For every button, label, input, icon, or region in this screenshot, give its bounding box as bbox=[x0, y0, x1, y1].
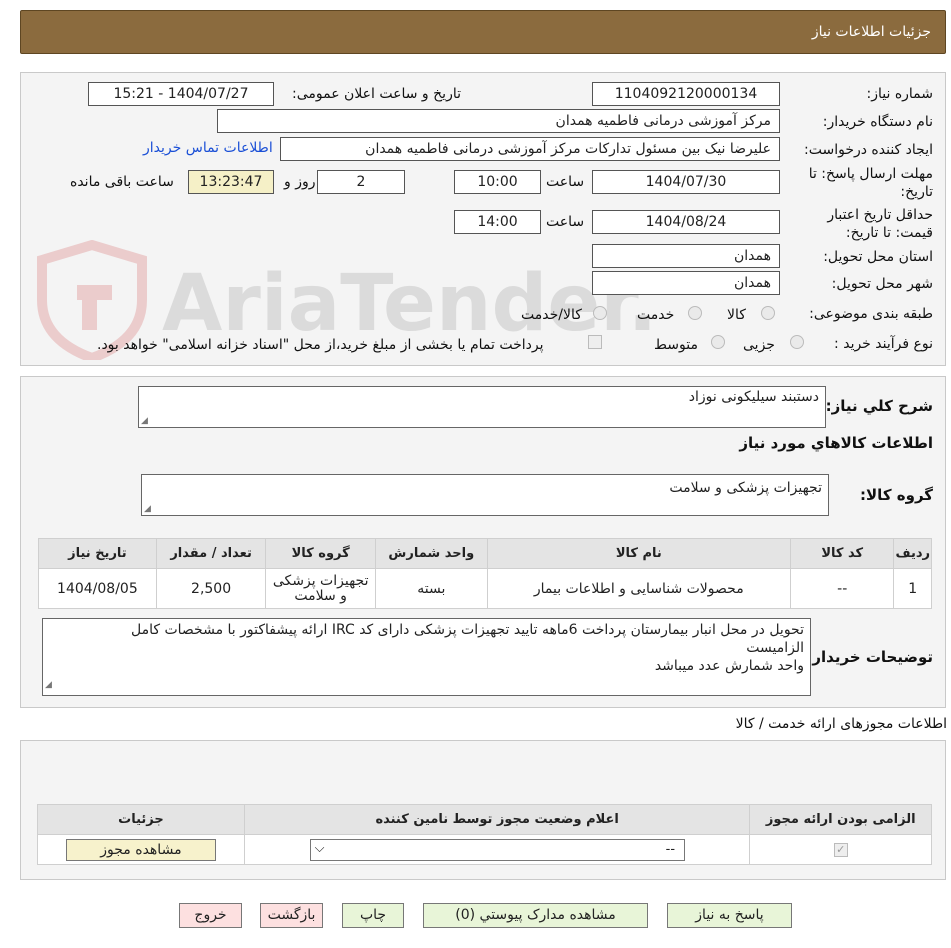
col-group: گروه کالا bbox=[265, 538, 376, 569]
cell-unit: بسته bbox=[374, 568, 488, 609]
resize-handle-icon[interactable]: ◢ bbox=[45, 676, 52, 694]
col-qty: تعداد / مقدار bbox=[155, 538, 267, 569]
process-option-medium: متوسط bbox=[654, 337, 698, 353]
resize-handle-icon[interactable]: ◢ bbox=[141, 416, 148, 426]
col-license-status: اعلام وضعیت مجوز توسط نامین کننده bbox=[243, 804, 751, 835]
watermark-text: AriaTender.neT bbox=[162, 259, 662, 349]
city-label: شهر محل تحویل: bbox=[831, 276, 933, 292]
buyer-label: نام دستگاه خریدار: bbox=[822, 114, 933, 130]
goods-group-text: تجهیزات پزشکی و سلامت bbox=[669, 480, 822, 496]
cell-group: تجهیزات پزشکی و سلامت bbox=[265, 568, 376, 609]
table-row: ✓ -- ⌵ مشاهده مجوز bbox=[37, 834, 932, 865]
reply-button[interactable]: پاسخ به نیاز bbox=[667, 903, 792, 928]
col-code: کد کالا bbox=[789, 538, 895, 569]
goods-group-label: گروه کالا: bbox=[860, 486, 933, 504]
page-title: جزئیات اطلاعات نیاز bbox=[811, 24, 931, 40]
days-label: روز و bbox=[284, 174, 316, 190]
category-radio-goods[interactable] bbox=[761, 306, 775, 320]
resize-handle-icon[interactable]: ◢ bbox=[144, 504, 151, 514]
remaining-label: ساعت باقی مانده bbox=[70, 174, 174, 190]
col-date: تاريخ نياز bbox=[38, 538, 157, 569]
validity-label: حداقل تاریخ اعتبار قیمت: تا تاریخ: bbox=[827, 207, 933, 241]
chevron-down-icon: ⌵ bbox=[314, 840, 325, 856]
deadline-label: مهلت ارسال پاسخ: تا تاریخ: bbox=[808, 166, 933, 200]
col-unit: واحد شمارش bbox=[374, 538, 488, 569]
treasury-payment-note: پرداخت تمام یا بخشی از مبلغ خرید،از محل … bbox=[97, 337, 544, 353]
process-radio-medium[interactable] bbox=[711, 335, 725, 349]
province-label: استان محل تحویل: bbox=[823, 249, 933, 265]
goods-table: رديف کد کالا نام کالا واحد شمارش گروه کا… bbox=[38, 538, 932, 609]
category-option-goods-service: کالا/خدمت bbox=[521, 307, 582, 323]
announce-field[interactable]: 1404/07/27 - 15:21 bbox=[88, 82, 274, 106]
creator-field[interactable]: علیرضا نیک بین مسئول تدارکات مرکز آموزشی… bbox=[280, 137, 780, 161]
summary-text: دستبند سیلیکونی نوزاد bbox=[688, 389, 819, 405]
goods-info-title: اطلاعات کالاهاي مورد نياز bbox=[739, 434, 933, 452]
validity-time-field[interactable]: 14:00 bbox=[454, 210, 541, 234]
process-radio-minor[interactable] bbox=[790, 335, 804, 349]
cell-row: 1 bbox=[893, 568, 932, 609]
licenses-table-header: الزامی بودن ارائه مجوز اعلام وضعیت مجوز … bbox=[37, 804, 932, 835]
attachments-button[interactable]: مشاهده مدارک پیوستي (0) bbox=[423, 903, 648, 928]
validity-date-field[interactable]: 1404/08/24 bbox=[592, 210, 780, 234]
exit-button[interactable]: خروج bbox=[179, 903, 242, 928]
validity-time-label: ساعت bbox=[546, 214, 585, 230]
remaining-time-field: 13:23:47 bbox=[188, 170, 274, 194]
print-button[interactable]: چاپ bbox=[342, 903, 404, 928]
page-header: جزئیات اطلاعات نیاز bbox=[20, 10, 946, 54]
process-label: نوع فرآیند خرید : bbox=[834, 336, 933, 352]
goods-table-header: رديف کد کالا نام کالا واحد شمارش گروه کا… bbox=[38, 538, 932, 569]
treasury-payment-checkbox[interactable] bbox=[588, 335, 602, 349]
goods-group-textarea[interactable]: تجهیزات پزشکی و سلامت ◢ bbox=[141, 474, 829, 516]
contact-buyer-link[interactable]: اطلاعات تماس خریدار bbox=[143, 140, 273, 156]
category-option-goods: کالا bbox=[727, 307, 746, 323]
process-option-minor: جزیی bbox=[743, 337, 775, 353]
province-field[interactable]: همدان bbox=[592, 244, 780, 268]
category-radio-service[interactable] bbox=[688, 306, 702, 320]
cell-name: محصولات شناسایی و اطلاعات بیمار bbox=[486, 568, 791, 609]
license-status-value: -- bbox=[665, 841, 676, 857]
licenses-table: الزامی بودن ارائه مجوز اعلام وضعیت مجوز … bbox=[37, 804, 932, 865]
col-license-details: جزئیات bbox=[37, 804, 245, 835]
days-field[interactable]: 2 bbox=[317, 170, 405, 194]
buyer-notes-line-2: الزامیست bbox=[746, 640, 804, 656]
view-license-button[interactable]: مشاهده مجوز bbox=[65, 838, 216, 861]
col-name: نام کالا bbox=[486, 538, 791, 569]
deadline-date-field[interactable]: 1404/07/30 bbox=[592, 170, 780, 194]
back-button[interactable]: بازگشت bbox=[260, 903, 323, 928]
buyer-notes-line-3: واحد شمارش عدد میباشد bbox=[654, 658, 804, 674]
cell-date: 1404/08/05 bbox=[38, 568, 157, 609]
buyer-field[interactable]: مرکز آموزشی درمانی فاطمیه همدان bbox=[217, 109, 780, 133]
category-option-service: خدمت bbox=[637, 307, 675, 323]
deadline-time-label: ساعت bbox=[546, 174, 585, 190]
buyer-notes-textarea[interactable]: تحویل در محل انبار بیمارستان پرداخت 6ماه… bbox=[42, 618, 811, 696]
city-field[interactable]: همدان bbox=[592, 271, 780, 295]
col-license-required: الزامی بودن ارائه مجوز bbox=[749, 804, 932, 835]
category-radio-goods-service[interactable] bbox=[593, 306, 607, 320]
need-number-label: شماره نیاز: bbox=[866, 86, 934, 102]
deadline-time-field[interactable]: 10:00 bbox=[454, 170, 541, 194]
buyer-notes-line-1: تحویل در محل انبار بیمارستان پرداخت 6ماه… bbox=[130, 622, 804, 638]
buyer-notes-label: توضیحات خریدار: bbox=[806, 648, 933, 666]
announce-label: تاریخ و ساعت اعلان عمومی: bbox=[292, 86, 461, 102]
need-number-field[interactable]: 1104092120000134 bbox=[592, 82, 780, 106]
category-label: طبقه بندی موضوعی: bbox=[809, 306, 933, 322]
cell-code: -- bbox=[789, 568, 895, 609]
summary-textarea[interactable]: دستبند سیلیکونی نوزاد ◢ bbox=[138, 386, 826, 428]
licenses-title: اطلاعات مجوزهای ارائه خدمت / کالا bbox=[735, 716, 947, 732]
col-row: رديف bbox=[893, 538, 932, 569]
table-row: 1 -- محصولات شناسایی و اطلاعات بیمار بست… bbox=[38, 568, 932, 609]
license-required-checkbox[interactable]: ✓ bbox=[833, 842, 848, 857]
summary-label: شرح کلي نياز: bbox=[825, 397, 933, 415]
cell-qty: 2,500 bbox=[155, 568, 267, 609]
creator-label: ایجاد کننده درخواست: bbox=[804, 142, 933, 158]
license-status-select[interactable]: -- ⌵ bbox=[309, 838, 685, 861]
